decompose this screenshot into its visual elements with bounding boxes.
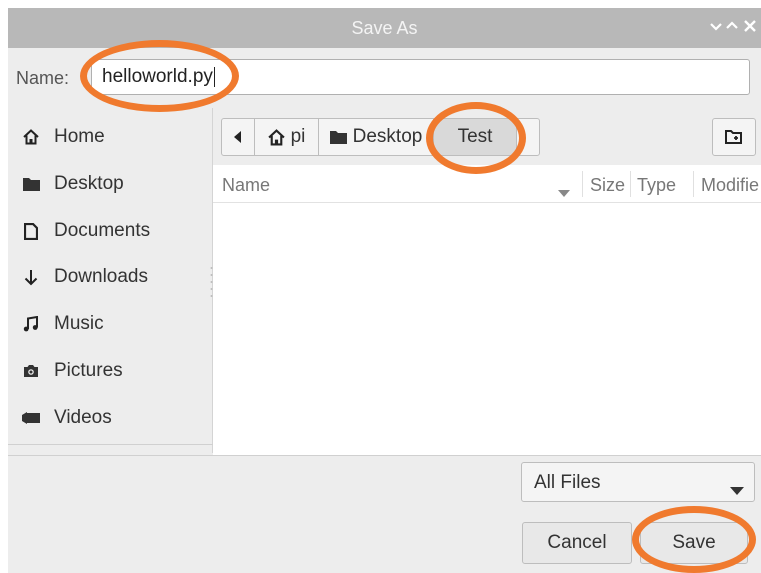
path-crumb-test[interactable]: Test (433, 118, 517, 156)
column-header-type[interactable]: Type (637, 175, 676, 196)
file-list-header: Name Size Type Modifie (213, 165, 761, 203)
sidebar-item-label: Videos (54, 407, 112, 428)
dropdown-arrow-icon (730, 479, 744, 501)
pane-resize-handle[interactable] (210, 265, 213, 301)
name-label: Name: (16, 68, 70, 88)
text-cursor (213, 66, 215, 87)
crumb-label: Desktop (352, 126, 423, 147)
path-back-button[interactable] (221, 118, 255, 156)
sidebar-item-pictures[interactable]: Pictures (20, 358, 123, 384)
path-crumb-desktop[interactable]: Desktop (318, 118, 434, 156)
title-bar: Save As (8, 8, 761, 48)
path-crumb-pi[interactable]: pi (254, 118, 319, 156)
sidebar-item-label: Documents (54, 220, 151, 241)
video-icon (20, 409, 42, 427)
maximize-button[interactable] (723, 17, 741, 35)
sidebar-item-label: Desktop (54, 173, 124, 194)
home-icon (20, 128, 42, 146)
file-type-filter[interactable]: All Files (521, 462, 755, 502)
music-icon (20, 315, 42, 333)
home-icon (267, 128, 285, 145)
close-button[interactable] (741, 17, 759, 35)
folder-icon (329, 131, 347, 144)
filename-value: helloworld.py (102, 66, 213, 87)
new-folder-icon (725, 130, 742, 144)
sidebar-item-label: Pictures (54, 360, 123, 381)
camera-icon (20, 362, 42, 380)
sidebar-item-desktop[interactable]: Desktop (20, 171, 124, 197)
column-separator (630, 171, 631, 197)
close-icon (744, 20, 756, 32)
sidebar-item-home[interactable]: Home (20, 124, 105, 150)
document-icon (20, 222, 42, 240)
sidebar-item-label: Music (54, 313, 104, 334)
window-title: Save As (351, 18, 418, 38)
cancel-button[interactable]: Cancel (522, 522, 632, 564)
download-icon (20, 268, 42, 286)
filter-selected-value: All Files (534, 472, 601, 493)
column-header-name[interactable]: Name (222, 175, 270, 196)
sidebar-item-music[interactable]: Music (20, 311, 104, 337)
path-crumb-end (516, 118, 540, 156)
crumb-label: pi (290, 126, 306, 147)
column-separator (582, 171, 583, 197)
folder-icon (20, 175, 42, 193)
sidebar-item-label: Home (54, 126, 105, 147)
create-folder-button[interactable] (712, 118, 756, 156)
filename-input[interactable]: helloworld.py (91, 59, 750, 95)
chevron-up-icon (726, 21, 738, 29)
sidebar-item-label: Downloads (54, 266, 148, 287)
sort-arrow-icon (558, 181, 570, 202)
column-header-modified[interactable]: Modifie (701, 175, 759, 196)
file-list[interactable] (213, 165, 761, 455)
column-header-separator (693, 171, 694, 197)
sidebar-item-videos[interactable]: Videos (20, 405, 112, 431)
chevron-left-icon (234, 131, 241, 143)
sidebar-divider (8, 444, 213, 445)
save-button[interactable]: Save (640, 522, 748, 564)
crumb-label: Test (457, 126, 493, 147)
sidebar-item-documents[interactable]: Documents (20, 218, 150, 244)
column-header-size[interactable]: Size (590, 175, 625, 196)
sidebar-item-downloads[interactable]: Downloads (20, 264, 148, 290)
